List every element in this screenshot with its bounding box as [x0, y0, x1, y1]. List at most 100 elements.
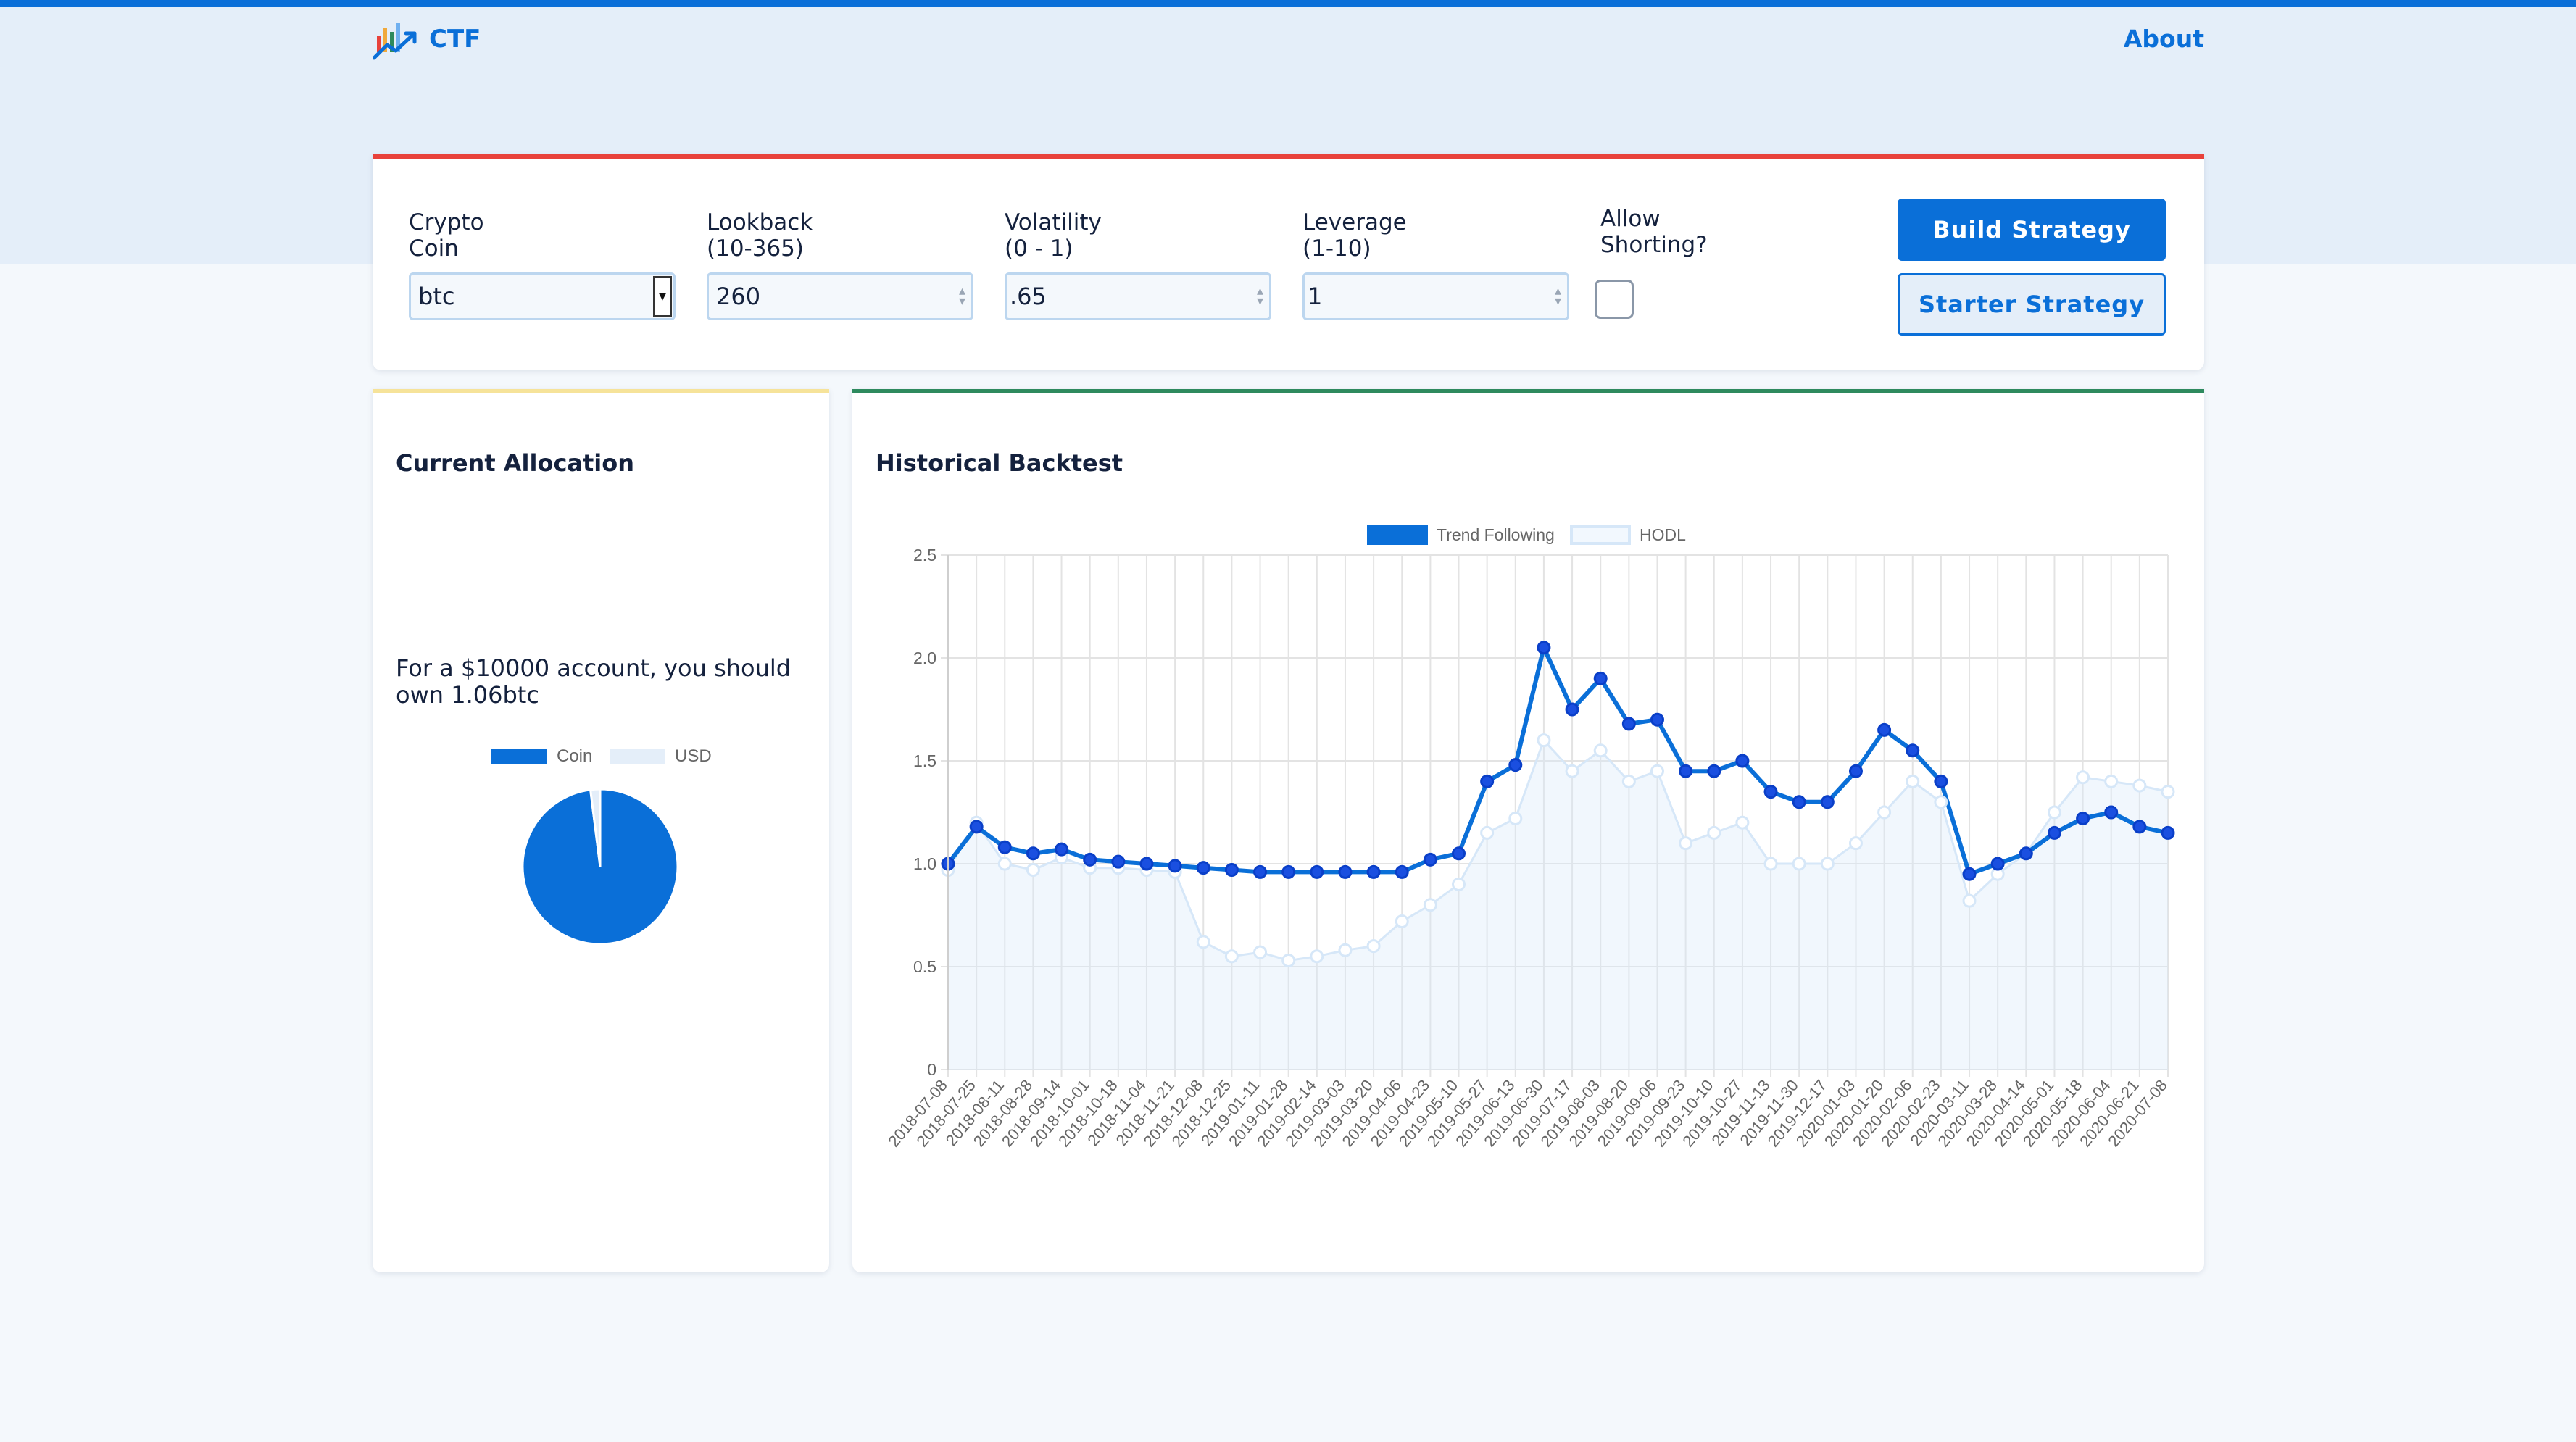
- trend-following-point[interactable]: [1792, 795, 1806, 809]
- hodl-point[interactable]: [2076, 770, 2090, 785]
- trend-following-point[interactable]: [1735, 754, 1750, 768]
- hodl-point[interactable]: [1877, 805, 1892, 820]
- volatility-input[interactable]: .65 ▴ ▾: [1005, 272, 1271, 320]
- brand-link[interactable]: CTF: [429, 25, 481, 54]
- trend-following-point[interactable]: [1224, 863, 1239, 878]
- trend-following-point[interactable]: [1366, 864, 1381, 879]
- hodl-point[interactable]: [1707, 825, 1721, 840]
- hodl-point[interactable]: [1508, 812, 1523, 826]
- hodl-point[interactable]: [1423, 898, 1437, 912]
- trend-following-point[interactable]: [2047, 825, 2061, 840]
- spinner-icon[interactable]: ▴ ▾: [1555, 285, 1561, 308]
- trend-following-point[interactable]: [1452, 846, 1466, 861]
- hodl-point[interactable]: [1848, 836, 1863, 851]
- lookback-input[interactable]: 260 ▴ ▾: [707, 272, 973, 320]
- hodl-point[interactable]: [1792, 857, 1806, 871]
- trend-following-point[interactable]: [1906, 743, 1920, 758]
- trend-following-point[interactable]: [1565, 702, 1579, 717]
- hodl-point[interactable]: [1593, 743, 1608, 758]
- hodl-point[interactable]: [2104, 774, 2119, 788]
- hodl-point[interactable]: [1224, 949, 1239, 964]
- hodl-point[interactable]: [1196, 935, 1210, 949]
- hodl-point[interactable]: [1281, 953, 1296, 967]
- trend-following-point[interactable]: [1934, 774, 1948, 788]
- chevron-down-icon[interactable]: ▼: [653, 276, 672, 317]
- trend-following-point[interactable]: [1026, 846, 1040, 861]
- trend-following-point[interactable]: [1139, 857, 1154, 871]
- hodl-point[interactable]: [1735, 815, 1750, 830]
- legend-hodl-swatch[interactable]: [1570, 525, 1631, 545]
- trend-following-point[interactable]: [1621, 717, 1636, 731]
- hodl-point[interactable]: [1565, 764, 1579, 778]
- trend-following-point[interactable]: [1168, 859, 1182, 873]
- trend-following-point[interactable]: [1650, 712, 1664, 727]
- trend-following-point[interactable]: [1083, 852, 1097, 867]
- trend-following-point[interactable]: [2161, 825, 2175, 840]
- trend-following-point[interactable]: [2132, 820, 2147, 834]
- legend-usd-label[interactable]: USD: [675, 746, 712, 766]
- trend-following-point[interactable]: [1196, 861, 1210, 875]
- trend-following-point[interactable]: [1537, 641, 1551, 655]
- hodl-point[interactable]: [2161, 785, 2175, 799]
- hodl-point[interactable]: [1934, 795, 1948, 809]
- trend-following-point[interactable]: [1593, 671, 1608, 685]
- trend-following-point[interactable]: [1679, 764, 1693, 778]
- trend-following-point[interactable]: [1395, 864, 1409, 879]
- hodl-point[interactable]: [1621, 774, 1636, 788]
- hodl-point[interactable]: [2132, 778, 2147, 793]
- hodl-point[interactable]: [1338, 943, 1353, 957]
- hodl-point[interactable]: [1763, 857, 1778, 871]
- starter-strategy-button[interactable]: Starter Strategy: [1898, 273, 2166, 336]
- trend-following-point[interactable]: [1253, 864, 1268, 879]
- trend-following-point[interactable]: [2076, 812, 2090, 826]
- crypto-coin-select[interactable]: btc ▼: [409, 272, 676, 320]
- hodl-point[interactable]: [1480, 825, 1495, 840]
- trend-following-point[interactable]: [2104, 805, 2119, 820]
- hodl-point[interactable]: [1366, 939, 1381, 954]
- hodl-point[interactable]: [1537, 733, 1551, 748]
- trend-following-point[interactable]: [2019, 846, 2033, 861]
- trend-following-point[interactable]: [1480, 774, 1495, 788]
- hodl-point[interactable]: [1253, 945, 1268, 959]
- trend-following-point[interactable]: [1508, 758, 1523, 772]
- spinner-icon[interactable]: ▴ ▾: [1257, 285, 1263, 308]
- spinner-icon[interactable]: ▴ ▾: [959, 285, 965, 308]
- hodl-point[interactable]: [1310, 949, 1324, 964]
- hodl-point[interactable]: [1820, 857, 1835, 871]
- about-link[interactable]: About: [2124, 25, 2204, 53]
- trend-following-point[interactable]: [1310, 864, 1324, 879]
- trend-following-point[interactable]: [1990, 857, 2005, 871]
- trend-following-point[interactable]: [1707, 764, 1721, 778]
- trend-following-point[interactable]: [1962, 867, 1977, 881]
- trend-following-point[interactable]: [997, 840, 1012, 854]
- legend-hodl-label[interactable]: HODL: [1640, 525, 1686, 544]
- trend-following-point[interactable]: [1111, 854, 1126, 869]
- hodl-point[interactable]: [1962, 893, 1977, 908]
- trend-following-point[interactable]: [1423, 852, 1437, 867]
- hodl-point[interactable]: [2047, 805, 2061, 820]
- hodl-point[interactable]: [1650, 764, 1664, 778]
- trend-following-point[interactable]: [969, 820, 984, 834]
- trend-following-point[interactable]: [1055, 842, 1069, 857]
- legend-trend-swatch[interactable]: [1367, 525, 1428, 545]
- hodl-point[interactable]: [1452, 877, 1466, 891]
- leverage-input[interactable]: 1 ▴ ▾: [1302, 272, 1569, 320]
- legend-coin-swatch[interactable]: [491, 749, 547, 764]
- legend-usd-swatch[interactable]: [610, 749, 665, 764]
- build-strategy-button[interactable]: Build Strategy: [1898, 199, 2166, 261]
- hodl-point[interactable]: [1679, 836, 1693, 851]
- chart-logo-icon[interactable]: [373, 17, 419, 61]
- trend-following-point[interactable]: [1877, 722, 1892, 737]
- legend-trend-label[interactable]: Trend Following: [1437, 525, 1555, 544]
- hodl-point[interactable]: [1395, 914, 1409, 929]
- trend-following-point[interactable]: [1763, 785, 1778, 799]
- hodl-point[interactable]: [1026, 863, 1040, 878]
- allow-shorting-checkbox[interactable]: [1595, 280, 1634, 319]
- hodl-point[interactable]: [1906, 774, 1920, 788]
- trend-following-point[interactable]: [1281, 864, 1296, 879]
- legend-coin-label[interactable]: Coin: [557, 746, 592, 766]
- trend-following-point[interactable]: [1820, 795, 1835, 809]
- trend-following-point[interactable]: [1848, 764, 1863, 778]
- trend-following-point[interactable]: [1338, 864, 1353, 879]
- hodl-point[interactable]: [997, 857, 1012, 871]
